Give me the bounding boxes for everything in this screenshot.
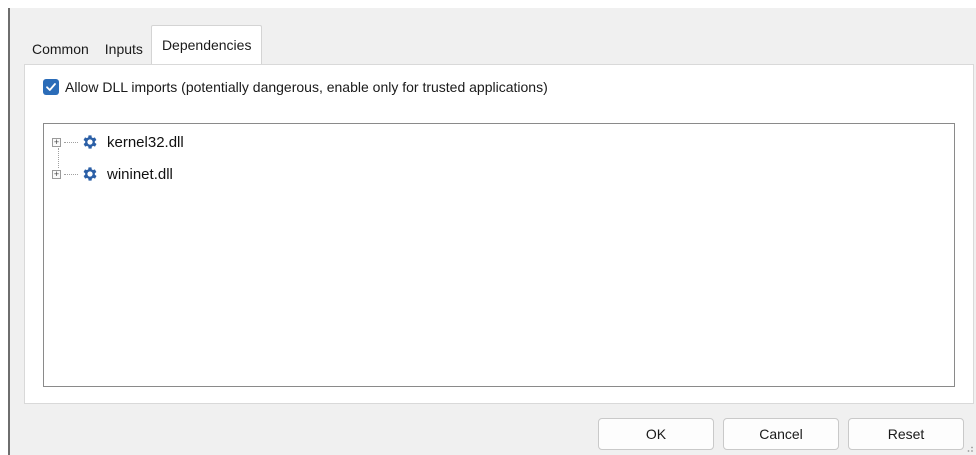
ok-button[interactable]: OK [598, 418, 714, 450]
tree-connector [64, 173, 78, 175]
dialog-window: Common Inputs Dependencies Allow DLL imp… [8, 8, 976, 455]
checkmark-icon [46, 83, 56, 91]
reset-button[interactable]: Reset [848, 418, 964, 450]
tree-item-label: wininet.dll [107, 165, 173, 183]
cancel-button[interactable]: Cancel [723, 418, 839, 450]
tab-dependencies[interactable]: Dependencies [150, 25, 263, 64]
allow-dll-row[interactable]: Allow DLL imports (potentially dangerous… [43, 79, 548, 95]
gear-icon [83, 167, 97, 181]
gear-icon [83, 135, 97, 149]
dependency-tree[interactable]: + kernel32.dll + wininet.dll [43, 123, 955, 387]
allow-dll-label: Allow DLL imports (potentially dangerous… [65, 79, 548, 95]
expand-icon[interactable]: + [52, 169, 61, 179]
allow-dll-checkbox[interactable] [43, 79, 59, 95]
tab-inputs[interactable]: Inputs [97, 34, 151, 64]
tree-item-kernel32[interactable]: + kernel32.dll [52, 130, 184, 154]
tab-strip: Common Inputs Dependencies [24, 25, 263, 64]
dependencies-panel: Allow DLL imports (potentially dangerous… [24, 64, 974, 404]
tree-item-wininet[interactable]: + wininet.dll [52, 162, 173, 186]
resize-grip-icon[interactable] [964, 443, 974, 453]
tree-item-label: kernel32.dll [107, 133, 184, 151]
tree-connector [64, 141, 78, 143]
tab-common[interactable]: Common [24, 34, 97, 64]
expand-icon[interactable]: + [52, 137, 61, 147]
